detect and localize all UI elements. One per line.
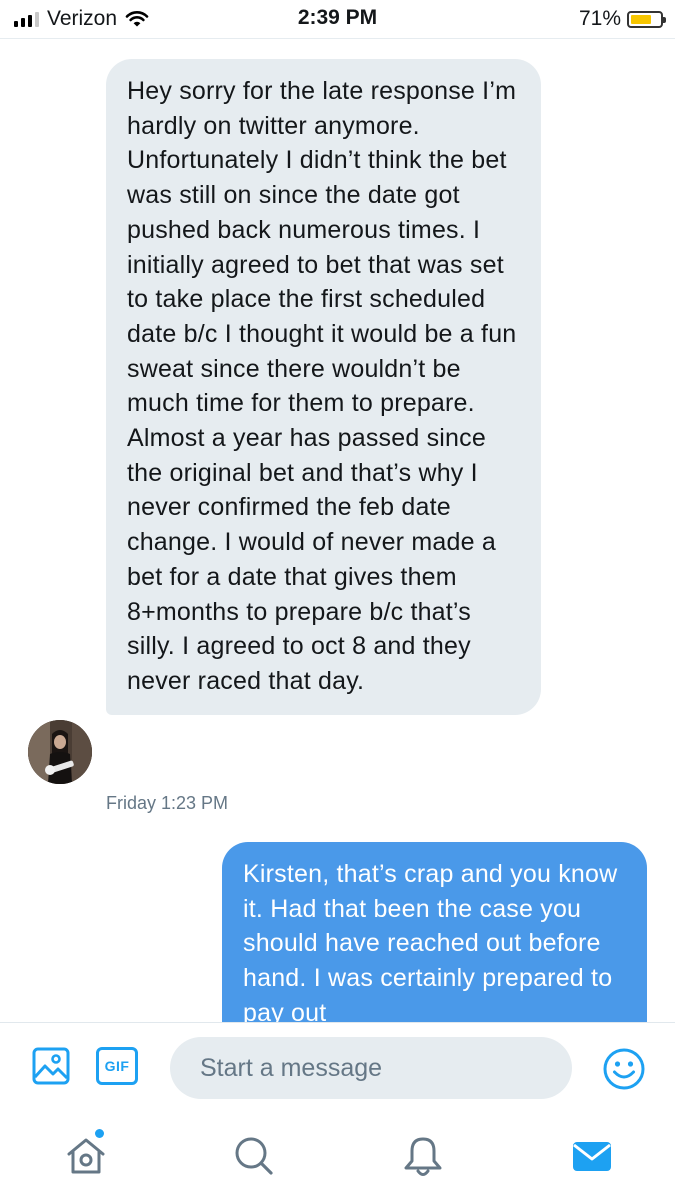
status-right: 71% [578, 6, 666, 32]
conversation-thread[interactable]: Hey sorry for the late response I’m hard… [0, 39, 675, 1022]
message-timestamp: Friday 1:23 PM [106, 793, 229, 813]
gif-button[interactable]: GIF [96, 1047, 138, 1085]
tab-notifications[interactable] [401, 1134, 445, 1183]
home-icon [67, 1138, 105, 1174]
home-unread-dot [95, 1129, 104, 1138]
search-icon [235, 1137, 273, 1175]
tab-messages[interactable] [570, 1134, 614, 1183]
messages-icon [573, 1142, 611, 1171]
received-message-bubble[interactable]: Hey sorry for the late response I’m hard… [106, 59, 541, 715]
battery-fill [631, 14, 651, 24]
notifications-icon [404, 1137, 442, 1176]
tab-home[interactable] [64, 1129, 108, 1183]
battery-percent: 71% [578, 7, 621, 30]
avatar[interactable] [28, 720, 92, 784]
bottom-tab-bar [0, 1114, 675, 1200]
gif-label: GIF [104, 1058, 130, 1074]
tab-search[interactable] [232, 1134, 276, 1183]
status-time: 2:39 PM [297, 6, 378, 29]
image-icon[interactable] [32, 1047, 70, 1085]
message-composer: GIF Start a message [0, 1022, 675, 1115]
message-input[interactable]: Start a message [170, 1037, 572, 1099]
emoji-icon[interactable] [602, 1047, 646, 1091]
message-input-placeholder: Start a message [200, 1053, 383, 1082]
sent-message-bubble[interactable]: Kirsten, that’s crap and you know it. Ha… [222, 842, 647, 1022]
battery-icon [627, 10, 666, 28]
avatar-photo-icon [28, 720, 92, 784]
status-bar: Verizon 2:39 PM 71% [0, 0, 675, 39]
